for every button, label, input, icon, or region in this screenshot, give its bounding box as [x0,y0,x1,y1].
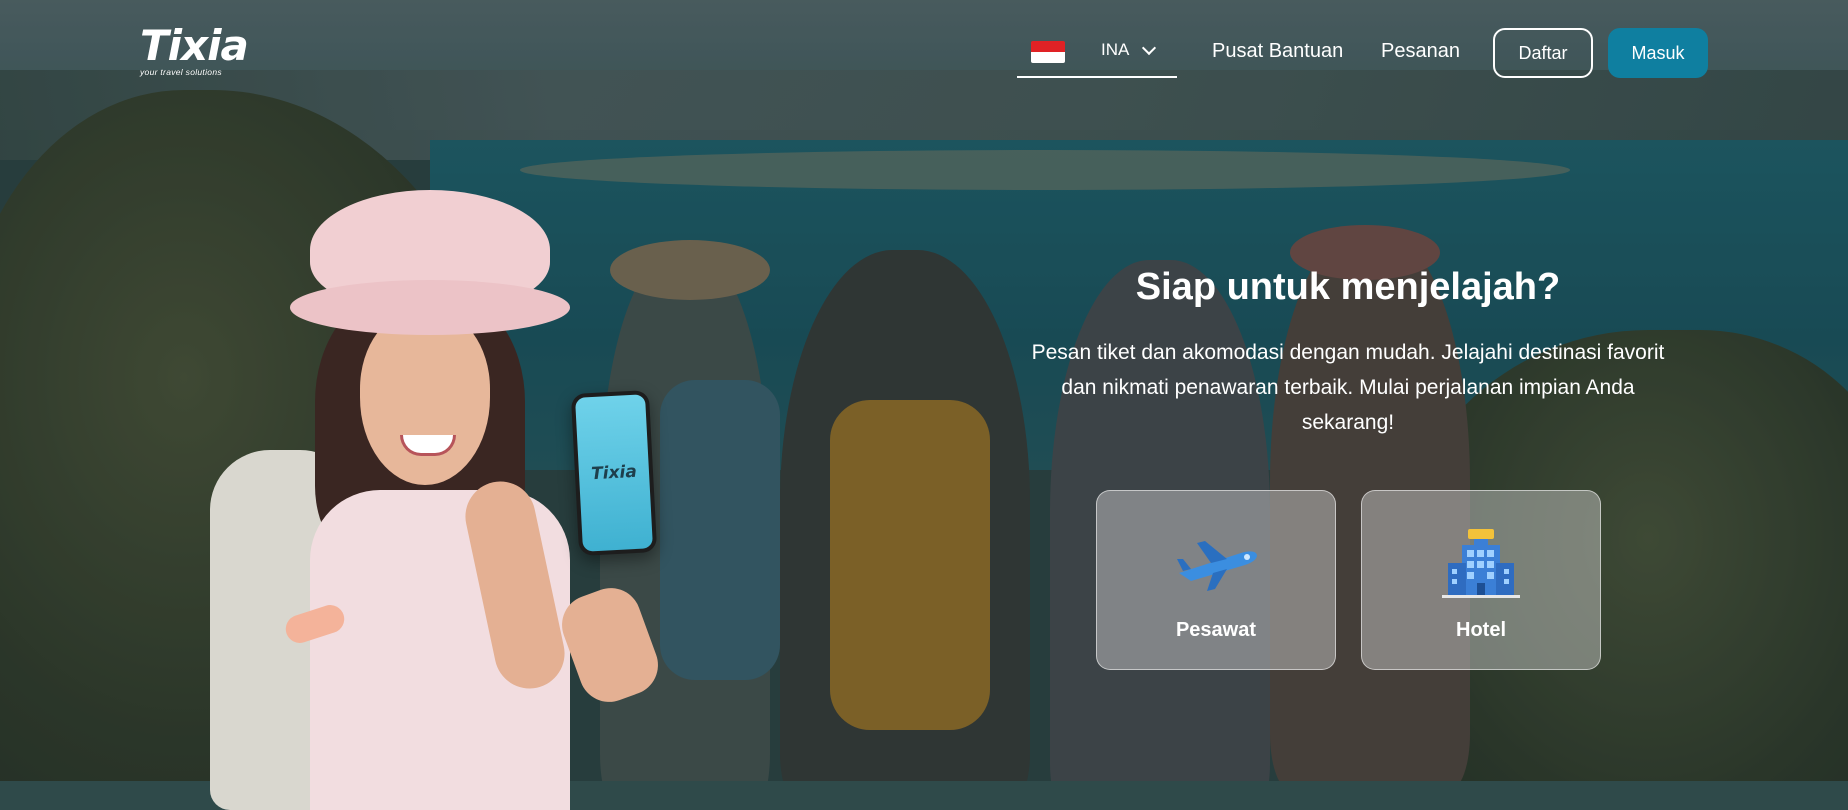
brand-name: Tixia [140,21,249,70]
indonesia-flag-icon [1031,41,1065,63]
hero-description: Pesan tiket dan akomodasi dengan mudah. … [1031,341,1665,434]
service-label-flight: Pesawat [1175,619,1257,641]
chevron-down-icon [1141,40,1157,56]
language-code: INA [1101,40,1130,59]
language-selector[interactable]: INA [1017,30,1177,78]
airplane-icon [1177,541,1257,591]
hero-title: Siap untuk menjelajah? [1135,266,1561,308]
hero-woman-illustration [200,190,760,810]
service-card-flight[interactable]: Pesawat [1096,490,1336,670]
nav-link-orders[interactable]: Pesanan [1381,40,1460,63]
nav-link-help-center[interactable]: Pusat Bantuan [1212,40,1343,63]
register-button[interactable]: Daftar [1493,28,1593,78]
service-label-hotel: Hotel [1456,619,1506,641]
service-card-hotel[interactable]: Hotel [1361,490,1601,670]
brand-logo[interactable]: Tixia your travel solutions [140,21,249,78]
hotel-building-icon [1442,529,1520,598]
phone-illustration: Tixia [570,390,658,556]
login-button[interactable]: Masuk [1608,28,1708,78]
navbar: Tixia your travel solutions INA Pusat Ba… [0,0,1848,104]
phone-logo: Tixia [590,461,638,485]
